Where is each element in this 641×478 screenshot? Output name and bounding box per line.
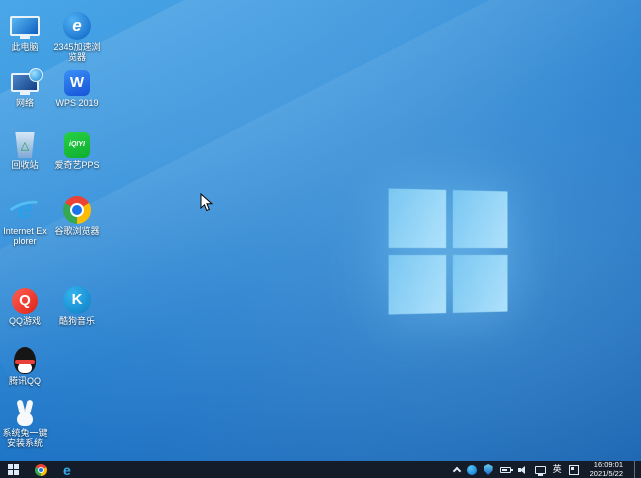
- windows-logo-pane: [452, 254, 508, 313]
- mouse-cursor: [200, 193, 213, 212]
- hidden-icons-chevron-icon[interactable]: [452, 466, 461, 476]
- kugou-icon: K: [63, 280, 91, 314]
- iqiyi-icon: iQIYI: [64, 124, 90, 158]
- desktop-icon-2345-browser[interactable]: e 2345加速浏览器: [52, 6, 102, 62]
- qq-game-icon: Q: [12, 280, 38, 314]
- ime-indicator-icon[interactable]: [568, 464, 579, 475]
- taskbar-chrome-button[interactable]: [35, 461, 47, 478]
- taskbar-edge-button[interactable]: e: [63, 461, 71, 478]
- edge-icon: e: [63, 461, 71, 478]
- desktop-icon-network[interactable]: 网络: [2, 62, 48, 108]
- network-tray-icon[interactable]: [534, 465, 546, 476]
- internet-explorer-icon: e: [5, 190, 45, 224]
- desktop-icon-label: 网络: [15, 98, 34, 108]
- start-pane: [8, 470, 13, 475]
- start-button[interactable]: [8, 461, 19, 478]
- iqiyi-badge: iQIYI: [64, 132, 90, 158]
- battery-icon[interactable]: [499, 466, 513, 473]
- kugou-badge: K: [63, 286, 91, 314]
- volume-icon[interactable]: [517, 465, 528, 475]
- show-desktop-button[interactable]: [634, 461, 639, 478]
- ie-letter: e: [5, 194, 45, 224]
- desktop-icon-this-pc[interactable]: 此电脑: [2, 6, 48, 52]
- chrome-icon: [63, 190, 91, 224]
- windows-logo-pane: [388, 188, 447, 248]
- desktop[interactable]: 此电脑 网络 △ 回收站 e Internet Explorer Q QQ游戏 …: [0, 0, 641, 478]
- desktop-icon-label: 此电脑: [11, 42, 39, 52]
- windows-logo: [388, 188, 508, 315]
- bin-shape: △: [15, 132, 35, 158]
- desktop-icon-label: 酷狗音乐: [58, 316, 95, 326]
- desktop-icon-iqiyi-pps[interactable]: iQIYI 爱奇艺PPS: [52, 124, 102, 170]
- desktop-icon-label: 2345加速浏览器: [53, 42, 101, 62]
- chrome-icon: [35, 463, 47, 476]
- this-pc-icon: [10, 6, 40, 40]
- network-monitor-shape: [11, 68, 43, 95]
- desktop-icon-tencent-qq[interactable]: 腾讯QQ: [2, 340, 48, 386]
- desktop-icon-internet-explorer[interactable]: e Internet Explorer: [2, 190, 48, 247]
- windows-logo-pane: [452, 190, 508, 249]
- wps-icon: W: [64, 62, 90, 96]
- recycle-bin-icon: △: [15, 124, 35, 158]
- qq-game-badge: Q: [12, 288, 38, 314]
- desktop-icon-label: Internet Explorer: [3, 226, 47, 246]
- antivirus-tray-icon[interactable]: [466, 464, 477, 475]
- desktop-icon-label: 回收站: [11, 160, 39, 170]
- desktop-icon-label: 系统兔一键安装系统: [2, 428, 48, 448]
- rabbit-shape: [17, 412, 33, 426]
- desktop-icon-label: 谷歌浏览器: [54, 226, 100, 236]
- taskbar-left: e: [0, 461, 71, 478]
- desktop-icon-label: 腾讯QQ: [8, 376, 41, 386]
- tencent-qq-penguin-icon: [14, 340, 36, 374]
- start-pane: [14, 464, 19, 469]
- monitor-shape: [10, 16, 40, 39]
- windows-start-icon: [8, 464, 19, 475]
- security-shield-icon[interactable]: [483, 464, 493, 475]
- penguin-shape: [14, 347, 36, 374]
- system-tray: 英 16:09:01 2021/5/22: [452, 460, 641, 478]
- desktop-icon-system-rabbit-installer[interactable]: 系统兔一键安装系统: [2, 392, 48, 448]
- taskbar-clock[interactable]: 16:09:01 2021/5/22: [586, 460, 627, 478]
- rabbit-icon: [17, 392, 33, 426]
- desktop-icon-recycle-bin[interactable]: △ 回收站: [2, 124, 48, 170]
- taskbar: e 英 16:09:01 2021/5/22: [0, 460, 641, 478]
- desktop-icon-label: 爱奇艺PPS: [54, 160, 100, 170]
- start-pane: [8, 464, 13, 469]
- desktop-icon-wps-2019[interactable]: W WPS 2019: [52, 62, 102, 108]
- language-indicator[interactable]: 英: [553, 461, 562, 478]
- chrome-wheel: [63, 196, 91, 224]
- clock-date: 2021/5/22: [589, 468, 623, 478]
- desktop-icon-chrome[interactable]: 谷歌浏览器: [52, 190, 102, 236]
- network-icon: [11, 62, 43, 96]
- 2345-badge: e: [63, 12, 91, 40]
- start-pane: [14, 470, 19, 475]
- 2345-browser-icon: e: [63, 6, 91, 40]
- wps-badge: W: [64, 70, 90, 96]
- windows-logo-pane: [388, 255, 447, 315]
- desktop-icon-label: QQ游戏: [8, 316, 41, 326]
- desktop-icon-qq-game[interactable]: Q QQ游戏: [2, 280, 48, 326]
- desktop-icon-kugou-music[interactable]: K 酷狗音乐: [52, 280, 102, 326]
- desktop-icon-label: WPS 2019: [55, 98, 99, 108]
